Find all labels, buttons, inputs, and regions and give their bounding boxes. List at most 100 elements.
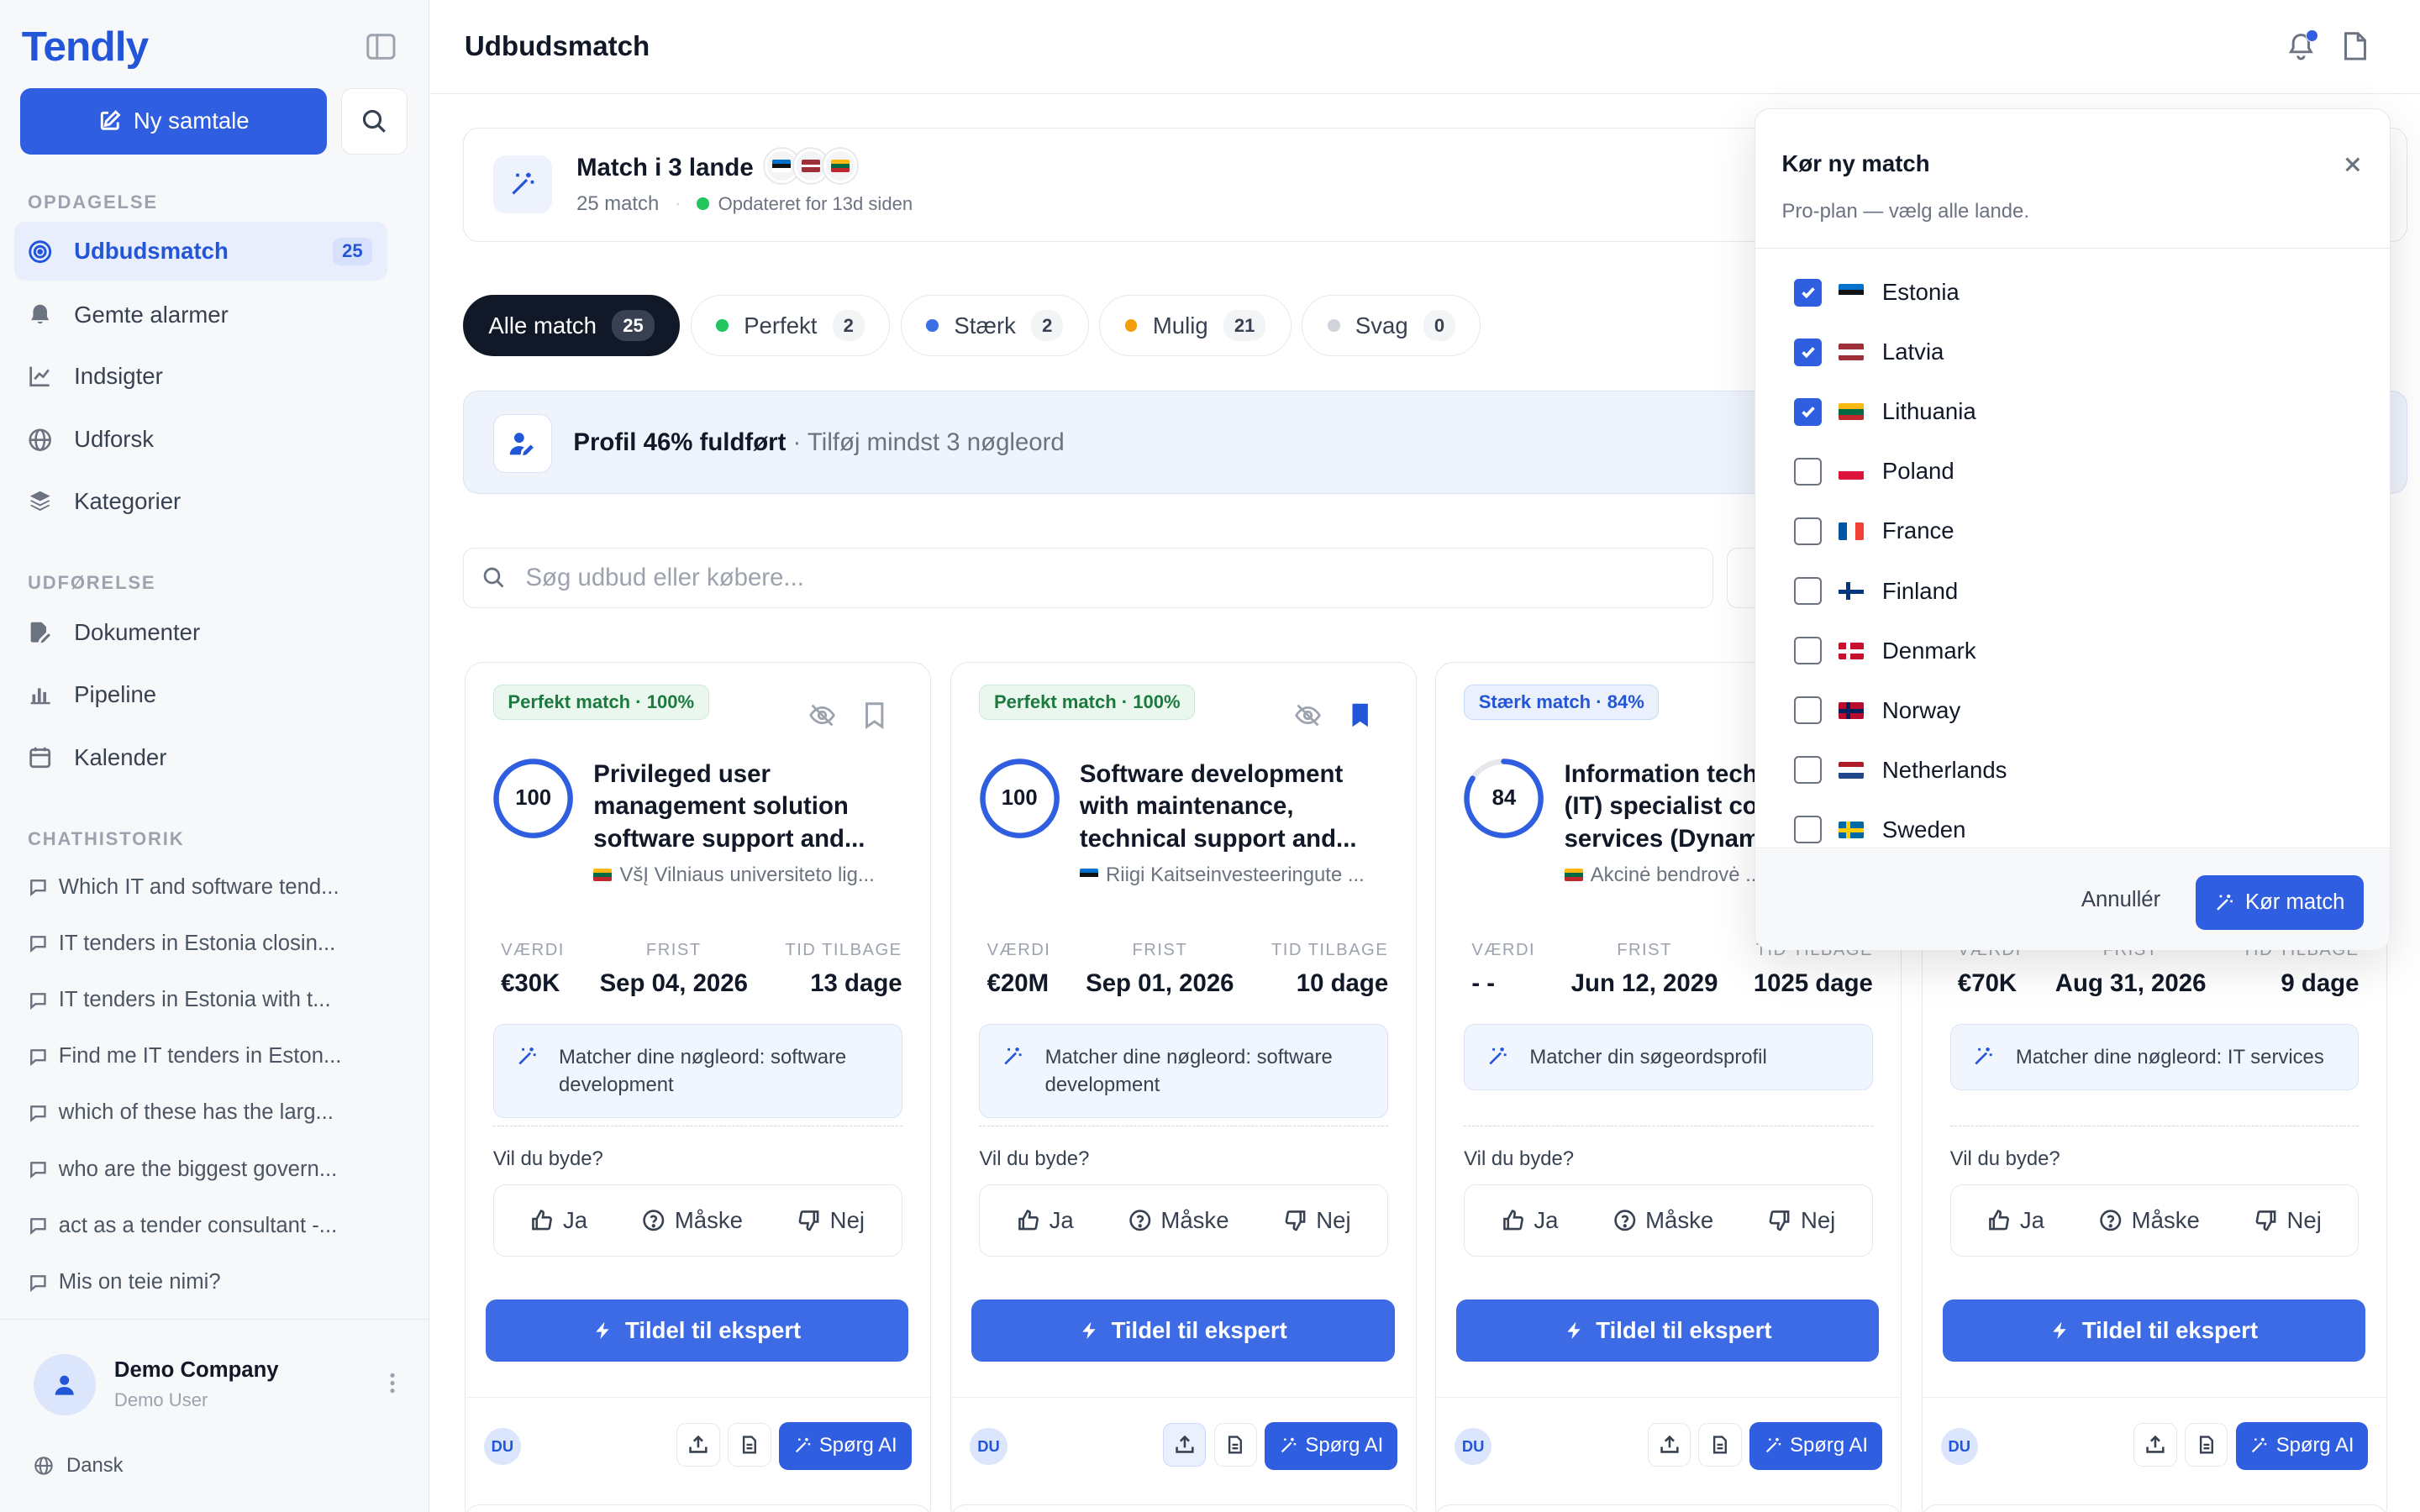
chat-history-item[interactable]: Which IT and software tend... [28,869,382,906]
account-panel: Demo Company Demo User Dansk [0,1319,429,1512]
match-tag: Perfekt match · 100% [492,684,709,721]
country-checkbox[interactable] [1794,517,1823,545]
bookmark-icon[interactable] [862,701,886,729]
notes-button[interactable] [2184,1423,2228,1467]
country-checkbox[interactable] [1794,756,1823,785]
sidebar-item-gemte-alarmer[interactable]: Gemte alarmer [14,286,387,344]
bid-yes-button[interactable]: Ja [1987,1207,2044,1234]
ask-ai-button[interactable]: Spørg AI [1749,1421,1882,1470]
chat-history-item[interactable]: Mis on teie nimi? [28,1264,382,1301]
assign-expert-button[interactable]: Tildel til ekspert [971,1299,1395,1362]
notes-button[interactable] [1698,1423,1742,1467]
country-checkbox[interactable] [1794,696,1823,725]
country-option-latvia[interactable]: Latvia [1794,333,1944,370]
app-logo[interactable]: Tendly [22,22,150,71]
chat-history-item[interactable]: which of these has the larg... [28,1095,382,1131]
bid-no-button[interactable]: Nej [797,1207,865,1234]
hide-icon[interactable] [1294,701,1322,729]
country-option-france[interactable]: France [1794,512,1954,549]
document-icon[interactable] [2341,31,2369,62]
language-switcher[interactable]: Dansk [34,1454,124,1478]
bid-maybe-button[interactable]: Måske [642,1207,743,1234]
hide-icon[interactable] [808,701,836,729]
country-checkbox[interactable] [1794,577,1823,606]
bid-maybe-button[interactable]: Måske [1613,1207,1713,1234]
bid-no-button[interactable]: Nej [1768,1207,1835,1234]
bid-yes-button[interactable]: Ja [1502,1207,1558,1234]
more-menu-icon[interactable] [383,1369,402,1397]
export-button[interactable] [1647,1423,1691,1467]
avatar[interactable] [34,1353,96,1416]
country-option-denmark[interactable]: Denmark [1794,633,1976,669]
export-button[interactable] [2133,1423,2177,1467]
assignee-avatar[interactable]: DU [1455,1427,1492,1466]
filter-possible[interactable]: Mulig 21 [1099,294,1292,357]
country-option-netherlands[interactable]: Netherlands [1794,752,2007,789]
filter-strong[interactable]: Stærk 2 [901,294,1089,357]
country-option-lithuania[interactable]: Lithuania [1794,393,1976,430]
sidebar-search-button[interactable] [340,87,408,155]
buyer-name: Riigi Kaitseinvesteeringute ... [1079,864,1388,887]
tender-title[interactable]: Privileged user management solution soft… [593,759,902,856]
ask-ai-button[interactable]: Spørg AI [1265,1421,1398,1470]
keyword-match-note: Matcher dine nøgleord: software developm… [979,1023,1389,1118]
country-option-finland[interactable]: Finland [1794,572,1958,609]
bid-no-button[interactable]: Nej [2254,1207,2322,1234]
bid-no-button[interactable]: Nej [1284,1207,1351,1234]
bid-maybe-button[interactable]: Måske [1128,1207,1229,1234]
tender-search-input[interactable]: Søg udbud eller købere... [463,548,1713,608]
sidebar-item-pipeline[interactable]: Pipeline [14,665,387,724]
assignee-avatar[interactable]: DU [970,1427,1007,1466]
new-chat-button[interactable]: Ny samtale [19,87,328,155]
close-icon[interactable] [2342,154,2364,176]
sidebar-item-udforsk[interactable]: Udforsk [14,411,387,470]
assign-expert-button[interactable]: Tildel til ekspert [1456,1299,1880,1362]
country-checkbox[interactable] [1794,457,1823,486]
bid-yes-button[interactable]: Ja [530,1207,587,1234]
country-checkbox[interactable] [1794,338,1823,366]
filter-perfect[interactable]: Perfekt 2 [690,294,891,357]
sidebar-item-dokumenter[interactable]: Dokumenter [14,603,387,662]
cancel-button[interactable]: Annullér [2081,888,2160,912]
ask-ai-button[interactable]: Spørg AI [778,1421,912,1470]
export-button[interactable] [676,1423,720,1467]
country-option-sweden[interactable]: Sweden [1794,811,1965,848]
assign-expert-button[interactable]: Tildel til ekspert [1942,1299,2365,1362]
notes-button[interactable] [1213,1423,1258,1467]
tender-card[interactable]: Perfekt match · 100% 100 Software develo… [950,661,1418,1512]
chat-history-item[interactable]: Find me IT tenders in Eston... [28,1038,382,1075]
chat-history-item[interactable]: act as a tender consultant -... [28,1207,382,1244]
country-checkbox[interactable] [1794,278,1823,307]
sidebar-item-kalender[interactable]: Kalender [14,728,387,787]
bookmark-icon[interactable] [1348,701,1372,729]
country-checkbox[interactable] [1794,397,1823,426]
bid-maybe-button[interactable]: Måske [2099,1207,2200,1234]
country-checkbox[interactable] [1794,637,1823,665]
country-name: Poland [1881,458,1954,485]
sidebar-item-kategorier[interactable]: Kategorier [14,472,387,531]
tender-title[interactable]: Software development with maintenance, t… [1080,759,1388,856]
filter-weak[interactable]: Svag 0 [1302,294,1481,357]
ask-ai-button[interactable]: Spørg AI [2235,1421,2369,1470]
assign-expert-button[interactable]: Tildel til ekspert [485,1299,908,1362]
notes-button[interactable] [728,1423,771,1467]
value-amount: - - [1471,969,1496,997]
tender-card[interactable]: Perfekt match · 100% 100 Privileged user… [464,661,931,1512]
chat-history-item[interactable]: who are the biggest govern... [28,1151,382,1188]
run-match-button[interactable]: Kør match [2195,875,2364,930]
assignee-avatar[interactable]: DU [483,1427,521,1466]
sidebar-toggle-icon[interactable] [366,33,397,60]
country-option-estonia[interactable]: Estonia [1794,274,1960,311]
country-checkbox[interactable] [1794,816,1823,844]
assignee-avatar[interactable]: DU [1940,1427,1978,1466]
chat-history-item[interactable]: IT tenders in Estonia closin... [28,925,382,962]
country-option-norway[interactable]: Norway [1794,692,1960,729]
sidebar-item-indsigter[interactable]: Indsigter [14,347,387,406]
filter-all[interactable]: Alle match 25 [463,294,680,357]
bid-decision-group: Ja Måske Nej [1464,1184,1873,1257]
export-button[interactable] [1163,1423,1207,1467]
country-option-poland[interactable]: Poland [1794,453,1954,490]
bid-yes-button[interactable]: Ja [1017,1207,1074,1234]
chat-history-item[interactable]: IT tenders in Estonia with t... [28,982,382,1019]
sidebar-item-udbudsmatch[interactable]: Udbudsmatch 25 [13,222,387,281]
